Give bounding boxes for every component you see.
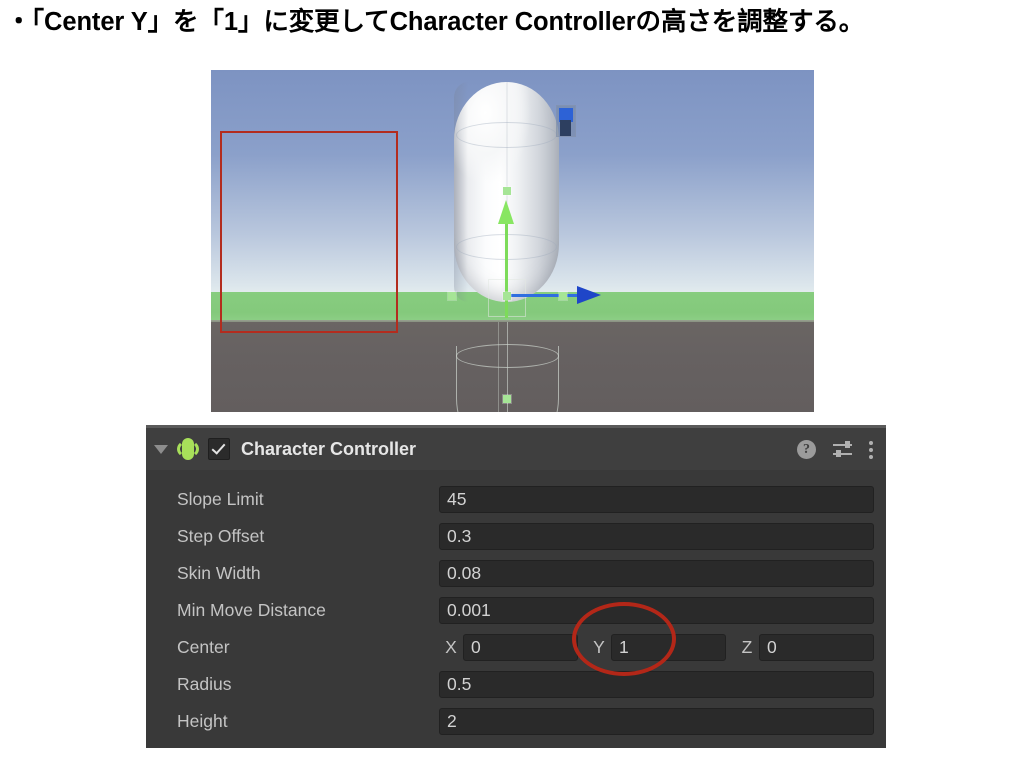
property-label: Center: [177, 637, 230, 657]
collider-handle-center[interactable]: [503, 292, 511, 300]
center-x-axis-label: X: [445, 637, 457, 657]
header-icon-group: ?: [797, 439, 874, 459]
collider-handle-top[interactable]: [503, 187, 511, 195]
center-x-input[interactable]: 0: [463, 634, 578, 661]
property-label: Height: [177, 711, 228, 731]
center-z-axis-label: Z: [741, 637, 753, 657]
slope-limit-input[interactable]: 45: [439, 486, 874, 513]
skin-width-input[interactable]: 0.08: [439, 560, 874, 587]
unity-scene-viewport[interactable]: [211, 70, 814, 412]
property-label: Skin Width: [177, 563, 261, 583]
character-controller-icon-capsule: [182, 438, 194, 460]
height-input[interactable]: 2: [439, 708, 874, 735]
property-row-height: Height 2: [158, 703, 874, 740]
collider-handle-right[interactable]: [559, 292, 567, 300]
center-z-input[interactable]: 0: [759, 634, 874, 661]
radius-input[interactable]: 0.5: [439, 671, 874, 698]
collider-handle-left[interactable]: [448, 292, 456, 300]
kebab-menu-icon[interactable]: [869, 440, 874, 459]
center-y-axis-label: Y: [593, 637, 605, 657]
property-list: Slope Limit 45 Step Offset 0.3 Skin Widt…: [146, 473, 886, 748]
triangle-down-icon[interactable]: [154, 444, 168, 454]
property-row-slope-limit: Slope Limit 45: [158, 481, 874, 518]
property-row-step-offset: Step Offset 0.3: [158, 518, 874, 555]
camera-gizmo-icon[interactable]: [556, 105, 576, 137]
character-controller-icon: [176, 437, 200, 461]
center-y-input[interactable]: 1: [611, 634, 726, 661]
component-enabled-checkbox[interactable]: [208, 438, 230, 460]
property-label: Step Offset: [177, 526, 265, 546]
min-move-distance-input[interactable]: 0.001: [439, 597, 874, 624]
gizmo-y-axis-line[interactable]: [505, 218, 508, 318]
property-label: Slope Limit: [177, 489, 264, 509]
component-header[interactable]: Character Controller ?: [146, 428, 886, 470]
property-label: Min Move Distance: [177, 600, 326, 620]
page-caption: ・「Center Y」を「1」に変更してCharacter Controller…: [6, 8, 865, 36]
character-controller-inspector: Character Controller ? Slope Limit 45 St…: [146, 425, 886, 748]
help-icon[interactable]: ?: [797, 439, 816, 459]
property-row-center: Center X 0 Y 1 Z 0: [158, 629, 874, 666]
capsule-top-ring: [456, 122, 557, 148]
gizmo-x-axis-arrow[interactable]: [577, 286, 601, 304]
gizmo-x-axis-line[interactable]: [508, 294, 580, 297]
capsule-shading: [454, 82, 468, 302]
center-vector3-field: X 0 Y 1 Z 0: [439, 634, 874, 661]
camera-body-icon: [560, 120, 571, 136]
property-row-min-move-distance: Min Move Distance 0.001: [158, 592, 874, 629]
collider-handle-bottom[interactable]: [503, 395, 511, 403]
gizmo-y-axis-arrow[interactable]: [498, 200, 514, 224]
preset-sliders-icon[interactable]: [833, 440, 852, 459]
step-offset-input[interactable]: 0.3: [439, 523, 874, 550]
property-label: Radius: [177, 674, 232, 694]
component-title: Character Controller: [241, 438, 417, 459]
property-row-radius: Radius 0.5: [158, 666, 874, 703]
property-row-skin-width: Skin Width 0.08: [158, 555, 874, 592]
